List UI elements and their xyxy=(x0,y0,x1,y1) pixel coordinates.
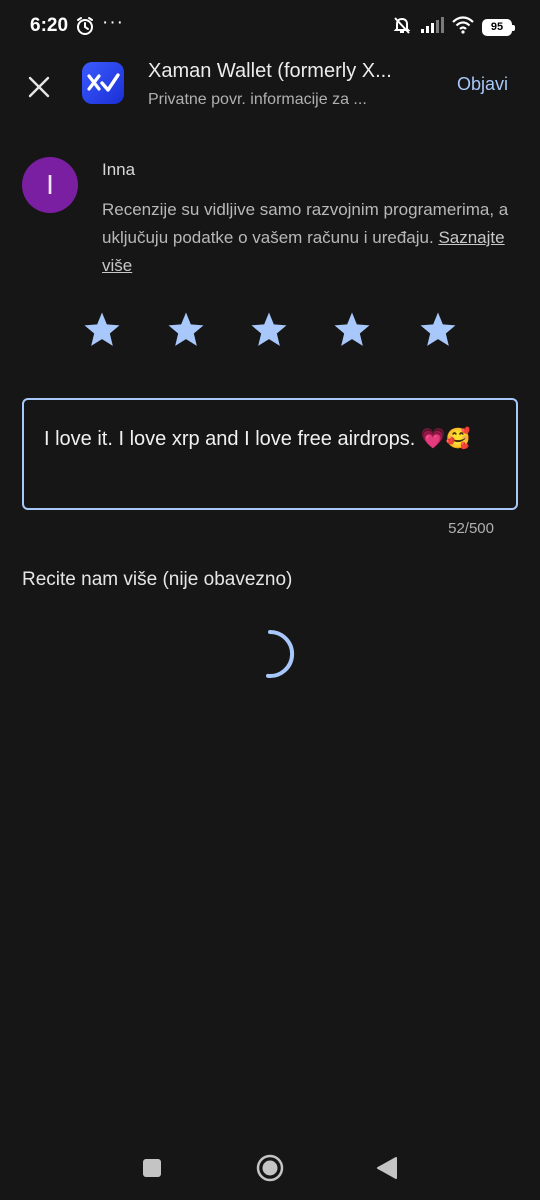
close-button[interactable] xyxy=(22,70,56,104)
star-rating xyxy=(0,310,540,356)
star-icon-5[interactable] xyxy=(418,310,458,350)
character-counter: 52/500 xyxy=(448,520,494,537)
battery-icon: 95 xyxy=(482,19,515,36)
square-icon xyxy=(143,1159,161,1177)
review-text: I love it. I love xrp and I love free ai… xyxy=(44,428,471,450)
xaman-app-icon xyxy=(82,62,124,104)
app-subtitle: Privatne povr. informacije za ... xyxy=(148,91,367,108)
tell-more-heading: Recite nam više (nije obavezno) xyxy=(22,569,293,590)
close-icon xyxy=(28,76,50,98)
mute-bell-icon xyxy=(392,15,412,40)
avatar: I xyxy=(22,157,78,213)
status-icons: 95 xyxy=(392,15,515,40)
signal-icon xyxy=(420,16,444,39)
system-nav-bar xyxy=(0,1140,540,1200)
status-bar: 6:20 ··· 95 xyxy=(0,0,540,54)
post-button[interactable]: Objavi xyxy=(457,74,508,95)
back-triangle-icon xyxy=(377,1157,397,1179)
more-notifications-icon: ··· xyxy=(102,12,124,33)
user-name: Inna xyxy=(102,160,136,179)
star-icon-2[interactable] xyxy=(166,310,206,350)
app-title: Xaman Wallet (formerly X... xyxy=(148,60,392,82)
status-time: 6:20 xyxy=(30,15,69,36)
star-icon-1[interactable] xyxy=(82,310,122,350)
review-disclaimer: Recenzije su vidljive samo razvojnim pro… xyxy=(102,196,512,280)
home-circle-icon xyxy=(256,1154,284,1182)
home-button[interactable] xyxy=(256,1154,284,1187)
loading-spinner-icon xyxy=(266,629,295,678)
alarm-icon xyxy=(75,16,95,41)
app-header: Xaman Wallet (formerly X... Privatne pov… xyxy=(0,54,540,120)
wifi-icon xyxy=(452,16,474,39)
back-button[interactable] xyxy=(376,1156,398,1185)
star-icon-4[interactable] xyxy=(332,310,372,350)
recents-button[interactable] xyxy=(142,1158,162,1183)
star-icon-3[interactable] xyxy=(249,310,289,350)
review-input[interactable]: I love it. I love xrp and I love free ai… xyxy=(22,398,518,510)
